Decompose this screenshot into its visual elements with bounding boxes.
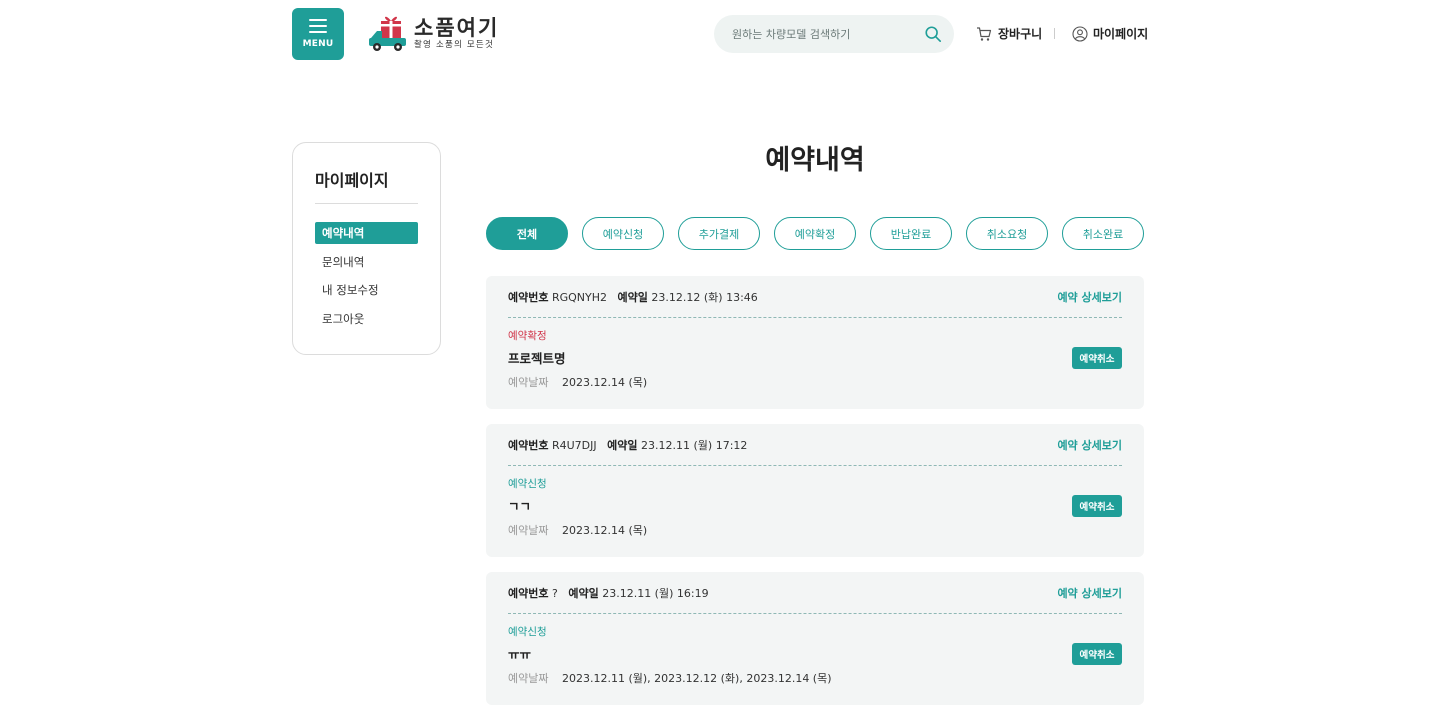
reservation-detail-link[interactable]: 예약 상세보기 — [1057, 437, 1122, 453]
reservation-card: 예약번호 RGQNYH2 예약일 23.12.12 (화) 13:46 예약 상… — [486, 276, 1144, 409]
status-badge: 예약신청 — [508, 626, 547, 638]
logo-subtitle: 촬영 소품의 모든것 — [414, 39, 494, 50]
sidebar: 마이페이지 예약내역 문의내역 내 정보수정 로그아웃 — [292, 142, 441, 355]
reservation-dates: 예약날짜 2023.12.14 (목) — [508, 522, 1122, 538]
reservation-dates-label: 예약날짜 — [508, 376, 549, 389]
reservation-dates-label: 예약날짜 — [508, 524, 549, 537]
tab-applied[interactable]: 예약신청 — [582, 217, 664, 250]
sidebar-item-reservations[interactable]: 예약내역 — [315, 222, 418, 244]
cancel-reservation-button[interactable]: 예약취소 — [1072, 495, 1122, 517]
reservation-dates-value: 2023.12.14 (목) — [561, 524, 648, 537]
page: MENU 소품여기 촬영 소품의 모든것 원하는 차량모델 검색하기 장바구니 … — [0, 0, 1436, 713]
truck-gift-logo-icon — [369, 16, 406, 51]
reservation-dates: 예약날짜 2023.12.11 (월), 2023.12.12 (화), 202… — [508, 670, 1122, 686]
tab-extra-payment[interactable]: 추가결제 — [678, 217, 760, 250]
reservation-no: ? — [551, 586, 558, 600]
reservation-dates-value: 2023.12.11 (월), 2023.12.12 (화), 2023.12.… — [561, 672, 832, 685]
reservation-dates: 예약날짜 2023.12.14 (목) — [508, 374, 1122, 390]
status-tabs: 전체 예약신청 추가결제 예약확정 반납완료 취소요청 취소완료 — [486, 217, 1144, 250]
cancel-reservation-button[interactable]: 예약취소 — [1072, 643, 1122, 665]
cart-label: 장바구니 — [998, 27, 1043, 41]
status-badge: 예약신청 — [508, 478, 547, 490]
reservation-meta: 예약번호 R4U7DJJ 예약일 23.12.11 (월) 17:12 — [508, 437, 747, 453]
tab-cancel-requested[interactable]: 취소요청 — [966, 217, 1048, 250]
tab-confirmed[interactable]: 예약확정 — [774, 217, 856, 250]
logo-title: 소품여기 — [414, 15, 500, 40]
reservation-no: R4U7DJJ — [551, 438, 597, 452]
project-name: ㄱㄱ — [508, 499, 532, 514]
sidebar-item-edit-profile[interactable]: 내 정보수정 — [315, 279, 418, 301]
mypage-label: 마이페이지 — [1093, 27, 1149, 41]
menu-button[interactable]: MENU — [292, 8, 344, 60]
tab-all[interactable]: 전체 — [486, 217, 568, 250]
reservation-dates-value: 2023.12.14 (목) — [561, 376, 648, 389]
reservation-date-label: 예약일 — [568, 586, 599, 600]
search-input[interactable] — [732, 27, 924, 41]
page-title: 예약내역 — [765, 145, 865, 176]
reservation-detail-link[interactable]: 예약 상세보기 — [1057, 289, 1122, 305]
status-badge: 예약확정 — [508, 330, 547, 342]
project-name: 프로젝트명 — [508, 351, 566, 366]
reservation-meta: 예약번호 ? 예약일 23.12.11 (월) 16:19 — [508, 585, 709, 601]
reservation-meta: 예약번호 RGQNYH2 예약일 23.12.12 (화) 13:46 — [508, 289, 758, 305]
search-icon[interactable] — [924, 25, 942, 43]
reservation-date-label: 예약일 — [617, 290, 648, 304]
reservation-no-label: 예약번호 — [508, 586, 549, 600]
reservation-date: 23.12.11 (월) 16:19 — [602, 586, 709, 600]
header-divider — [1054, 28, 1055, 39]
tab-returned[interactable]: 반납완료 — [870, 217, 952, 250]
cancel-reservation-button[interactable]: 예약취소 — [1072, 347, 1122, 369]
logo[interactable]: 소품여기 촬영 소품의 모든것 — [368, 13, 499, 53]
cart-link[interactable]: 장바구니 — [976, 25, 1042, 42]
reservation-date: 23.12.12 (화) 13:46 — [651, 290, 758, 304]
search-bar — [714, 15, 954, 53]
reservation-no-label: 예약번호 — [508, 290, 549, 304]
reservation-date-label: 예약일 — [607, 438, 638, 452]
mypage-link[interactable]: 마이페이지 — [1072, 25, 1148, 42]
reservation-card: 예약번호 ? 예약일 23.12.11 (월) 16:19 예약 상세보기 예약… — [486, 572, 1144, 705]
reservation-detail-link[interactable]: 예약 상세보기 — [1057, 585, 1122, 601]
user-icon — [1072, 25, 1088, 42]
reservation-card: 예약번호 R4U7DJJ 예약일 23.12.11 (월) 17:12 예약 상… — [486, 424, 1144, 557]
reservation-dates-label: 예약날짜 — [508, 672, 549, 685]
tab-cancelled[interactable]: 취소완료 — [1062, 217, 1144, 250]
sidebar-item-inquiries[interactable]: 문의내역 — [315, 251, 418, 273]
reservation-date: 23.12.11 (월) 17:12 — [641, 438, 748, 452]
hamburger-icon — [309, 19, 327, 33]
project-name: ㅠㅠ — [508, 647, 532, 662]
menu-label: MENU — [302, 39, 334, 49]
sidebar-title: 마이페이지 — [315, 167, 418, 204]
sidebar-item-logout[interactable]: 로그아웃 — [315, 308, 418, 330]
reservation-no: RGQNYH2 — [551, 290, 608, 304]
cart-icon — [977, 26, 992, 41]
reservation-no-label: 예약번호 — [508, 438, 549, 452]
